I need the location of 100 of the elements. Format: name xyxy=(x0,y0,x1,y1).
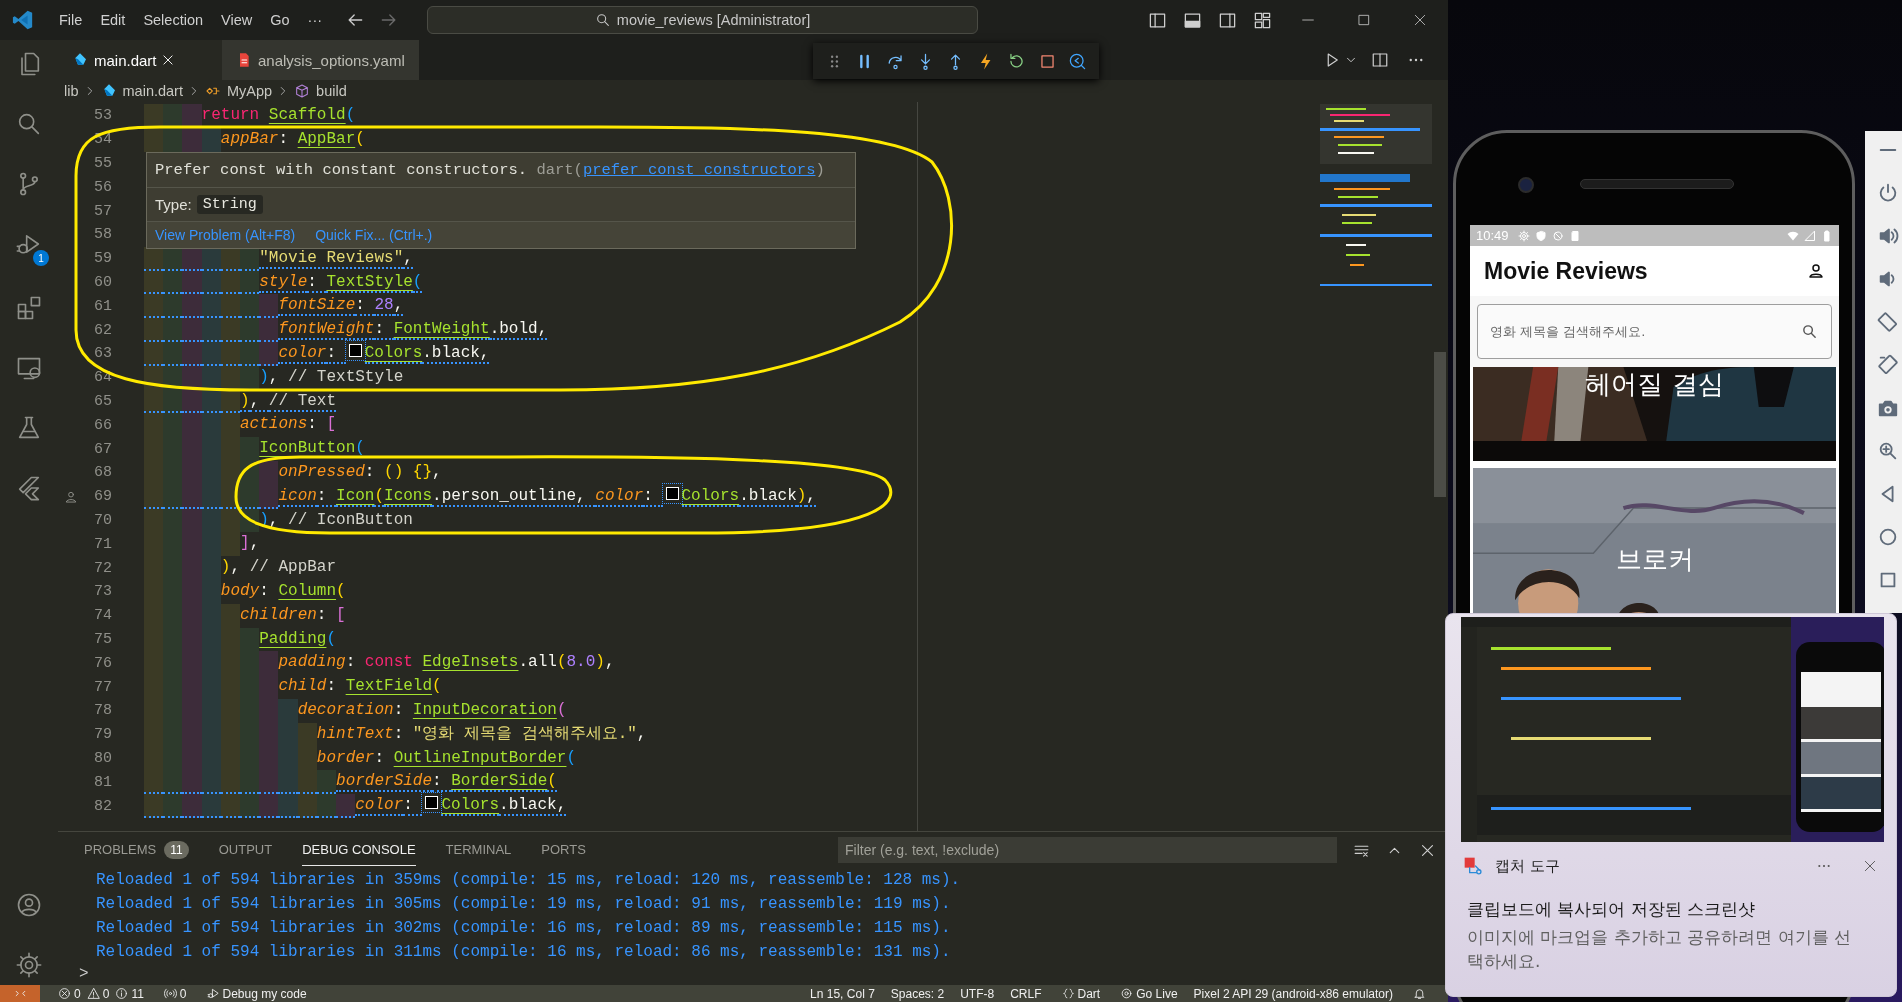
blocked-icon xyxy=(1551,229,1564,242)
panel-tab[interactable]: DEBUG CONSOLE xyxy=(302,834,416,866)
movie-title: 브로커 xyxy=(1614,543,1695,576)
breadcrumb-item[interactable]: lib xyxy=(64,83,79,99)
account-icon[interactable] xyxy=(15,891,43,919)
code-line: return Scaffold( xyxy=(144,104,356,128)
code-line: Padding( xyxy=(144,627,337,652)
close-icon[interactable] xyxy=(160,53,175,67)
menu-item[interactable]: Go xyxy=(261,12,299,28)
ports-count[interactable]: 0 xyxy=(179,986,187,1001)
layout-icon[interactable] xyxy=(1253,10,1272,30)
rule-link[interactable]: prefer_const_constructors xyxy=(582,161,816,179)
line-number: 75 xyxy=(94,630,112,648)
braces-icon xyxy=(1061,987,1075,1000)
run-debug-icon xyxy=(206,987,220,1000)
code-line: body: Column( xyxy=(144,579,346,604)
status-item[interactable]: Pixel 2 API 29 (android-x86 emulator) xyxy=(1193,986,1393,1001)
close-icon[interactable] xyxy=(1412,12,1428,28)
line-number: 79 xyxy=(94,726,112,744)
devtools-icon[interactable] xyxy=(1068,51,1088,71)
line-number: 55 xyxy=(94,155,112,172)
status-item[interactable]: Spaces: 2 xyxy=(890,986,945,1001)
menu-item[interactable]: File xyxy=(50,12,92,28)
code-line: icon: Icon(Icons.person_outline, color: Colors.black), xyxy=(144,484,816,509)
line-number: 69 xyxy=(94,488,112,506)
settings-icon[interactable] xyxy=(15,951,43,979)
notification-text: 이미지에 마크업을 추가하고 공유하려면 여기를 선택하세요. xyxy=(1467,926,1853,973)
warning-count[interactable]: 0 xyxy=(102,986,110,1001)
line-number: 65 xyxy=(94,392,112,410)
status-item[interactable]: CRLF xyxy=(1010,986,1042,1001)
status-item[interactable]: Ln 15, Col 7 xyxy=(810,986,875,1001)
code-line: border: OutlineInputBorder( xyxy=(144,746,577,771)
status-item[interactable]: UTF-8 xyxy=(960,986,995,1001)
extensions-icon[interactable] xyxy=(15,294,43,322)
code-line: fontSize: 28, xyxy=(144,294,404,319)
code-line: fontWeight: FontWeight.bold, xyxy=(144,318,548,342)
code-line: color: Colors.black, xyxy=(144,341,490,366)
code-line: ], xyxy=(144,532,260,557)
menu-item[interactable]: ··· xyxy=(298,12,332,28)
code-line: borderSide: BorderSide( xyxy=(144,770,557,795)
breadcrumb-item[interactable]: main.dart xyxy=(100,83,183,99)
menu-item[interactable]: View xyxy=(212,12,262,28)
app-logo xyxy=(12,9,34,31)
home-icon[interactable] xyxy=(1877,526,1899,548)
line-number: 53 xyxy=(94,107,112,125)
command-center[interactable]: movie_reviews [Administrator] xyxy=(427,6,979,34)
panel-tab[interactable]: OUTPUT xyxy=(218,834,273,866)
console-prompt[interactable]: > xyxy=(58,964,89,984)
rotate-left-icon[interactable] xyxy=(1877,311,1899,333)
editor-tab[interactable]: main.dart xyxy=(58,40,222,80)
line-number: 63 xyxy=(94,345,112,363)
filter-field[interactable]: Filter (e.g. text, !exclude) xyxy=(838,837,1337,863)
menu-item[interactable]: Selection xyxy=(134,12,213,28)
console-line: Reloaded 1 of 594 libraries in 311ms (compile: 16 ms, reload: 86 ms, reassemble: 131 ms). xyxy=(95,942,952,963)
code-line: appBar: AppBar( xyxy=(144,127,365,152)
warning-icon xyxy=(86,987,100,1000)
search-icon[interactable] xyxy=(1801,323,1818,340)
wifi-icon xyxy=(1787,229,1799,242)
launch-config[interactable]: Debug my code xyxy=(222,986,307,1001)
menu-item[interactable]: Edit xyxy=(91,12,135,28)
line-number: 77 xyxy=(94,678,112,696)
error-count[interactable]: 0 xyxy=(74,986,81,1001)
code-line: style: TextStyle( xyxy=(144,270,423,295)
panel-tab[interactable]: PORTS xyxy=(541,834,586,866)
line-number: 68 xyxy=(94,464,112,482)
info-count[interactable]: 11 xyxy=(131,986,144,1001)
status-item[interactable]: Go Live xyxy=(1136,986,1178,1001)
line-number: 70 xyxy=(94,511,112,529)
search-field[interactable]: 영화 제목을 검색해주세요. xyxy=(1477,304,1832,359)
signal-icon xyxy=(1804,229,1816,242)
line-number: 72 xyxy=(94,559,112,577)
line-number: 71 xyxy=(94,535,112,553)
panel-tab[interactable]: PROBLEMS 11 xyxy=(84,832,189,868)
split-editor-icon[interactable] xyxy=(1371,51,1389,69)
camera-lens xyxy=(1518,177,1534,193)
code-line: hintText: "영화 제목을 검색해주세요.", xyxy=(144,722,647,747)
line-number: 59 xyxy=(94,250,112,268)
code-line: ), // TextStyle xyxy=(144,365,404,390)
line-number: 61 xyxy=(94,297,112,315)
editor-tab[interactable]: analysis_options.yaml xyxy=(222,40,419,80)
type-chip: String xyxy=(196,195,263,214)
type-label: Type: xyxy=(155,196,192,213)
rotate-right-icon[interactable] xyxy=(1877,354,1899,376)
bell-icon[interactable] xyxy=(1413,987,1426,1000)
line-number: 73 xyxy=(94,583,112,601)
breadcrumb-item[interactable]: MyApp xyxy=(204,83,273,99)
breadcrumb-item[interactable]: build xyxy=(294,83,347,99)
power-icon[interactable] xyxy=(1877,182,1899,204)
code-line: ), // Text xyxy=(144,389,337,414)
zoom-icon[interactable] xyxy=(1877,440,1899,462)
person-icon[interactable] xyxy=(1807,262,1825,280)
hover-message: Prefer const with constant constructors. dart(prefer_const_constructors) xyxy=(154,160,826,181)
line-number: 60 xyxy=(94,273,112,291)
panel-tab[interactable]: TERMINAL xyxy=(445,834,512,866)
notification-badge: 1 xyxy=(33,250,49,266)
scrollbar-thumb[interactable] xyxy=(1434,352,1446,497)
maximize-icon[interactable] xyxy=(1356,12,1372,28)
code-line: color: Colors.black, xyxy=(144,794,567,818)
method-icon xyxy=(294,83,311,99)
status-item[interactable]: Dart xyxy=(1077,986,1101,1001)
